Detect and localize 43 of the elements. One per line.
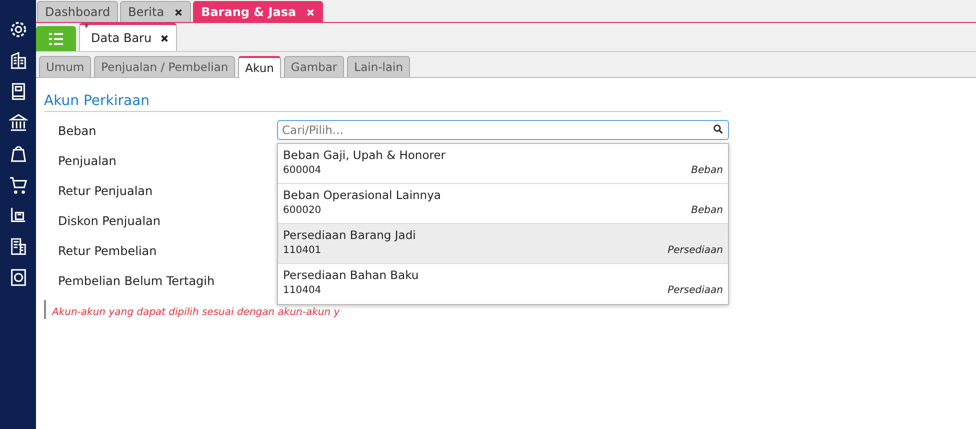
cart-icon[interactable]: [8, 175, 28, 194]
account-name: Beban Gaji, Upah & Honorer: [283, 148, 447, 162]
section-tab[interactable]: Umum: [39, 56, 92, 77]
account-code: 600020: [283, 205, 322, 216]
section-tab[interactable]: Lain-lain: [347, 56, 410, 77]
building-icon[interactable]: [8, 51, 28, 70]
account-code: 600004: [283, 165, 322, 176]
account-option[interactable]: Persediaan Barang Jadi 110401 Persediaan: [278, 224, 728, 264]
account-name: Persediaan Bahan Baku: [283, 268, 420, 282]
field-label: Retur Pembelian: [58, 244, 157, 258]
page-tab[interactable]: Berita: [120, 1, 192, 22]
section-title: Akun Perkiraan: [44, 93, 721, 112]
section-tab[interactable]: Penjualan / Pembelian: [94, 56, 236, 77]
search-icon: [713, 124, 723, 134]
close-icon[interactable]: [160, 34, 169, 42]
gear-icon[interactable]: [8, 20, 28, 39]
account-type: Persediaan: [668, 285, 723, 296]
close-icon[interactable]: [174, 8, 184, 16]
field-label: Retur Penjualan: [58, 184, 153, 198]
account-type: Beban: [691, 205, 723, 216]
account-type: Persediaan: [668, 245, 723, 256]
account-option[interactable]: Persediaan Bahan Baku 110404 Persediaan: [278, 264, 728, 304]
field-label: Beban: [58, 124, 96, 138]
bag-icon[interactable]: [8, 144, 28, 163]
receipt-icon[interactable]: [8, 237, 28, 256]
hint-note: Akun-akun yang dapat dipilih sesuai dengan akun-akun y: [52, 307, 340, 318]
page-tab[interactable]: Dashboard: [37, 1, 118, 22]
section-tab[interactable]: Gambar: [284, 56, 344, 77]
field-label: Penjualan: [58, 154, 116, 168]
list-icon: [48, 32, 64, 44]
field-label: Diskon Penjualan: [58, 214, 160, 228]
account-code: 110404: [283, 285, 322, 296]
account-type: Beban: [691, 165, 723, 176]
account-code: 110401: [283, 245, 322, 256]
section-tab[interactable]: Akun: [238, 56, 281, 78]
page-tab[interactable]: Barang & Jasa: [193, 1, 324, 22]
account-option[interactable]: Beban Gaji, Upah & Honorer 600004 Beban: [278, 144, 728, 184]
account-name: Beban Operasional Lainnya: [283, 188, 442, 202]
bank-icon[interactable]: [8, 113, 28, 132]
search-field[interactable]: Cari/Pilih...: [277, 120, 729, 140]
list-menu-button[interactable]: [36, 26, 76, 51]
account-name: Persediaan Barang Jadi: [283, 228, 417, 242]
field-label: Pembelian Belum Tertagih: [58, 274, 215, 288]
